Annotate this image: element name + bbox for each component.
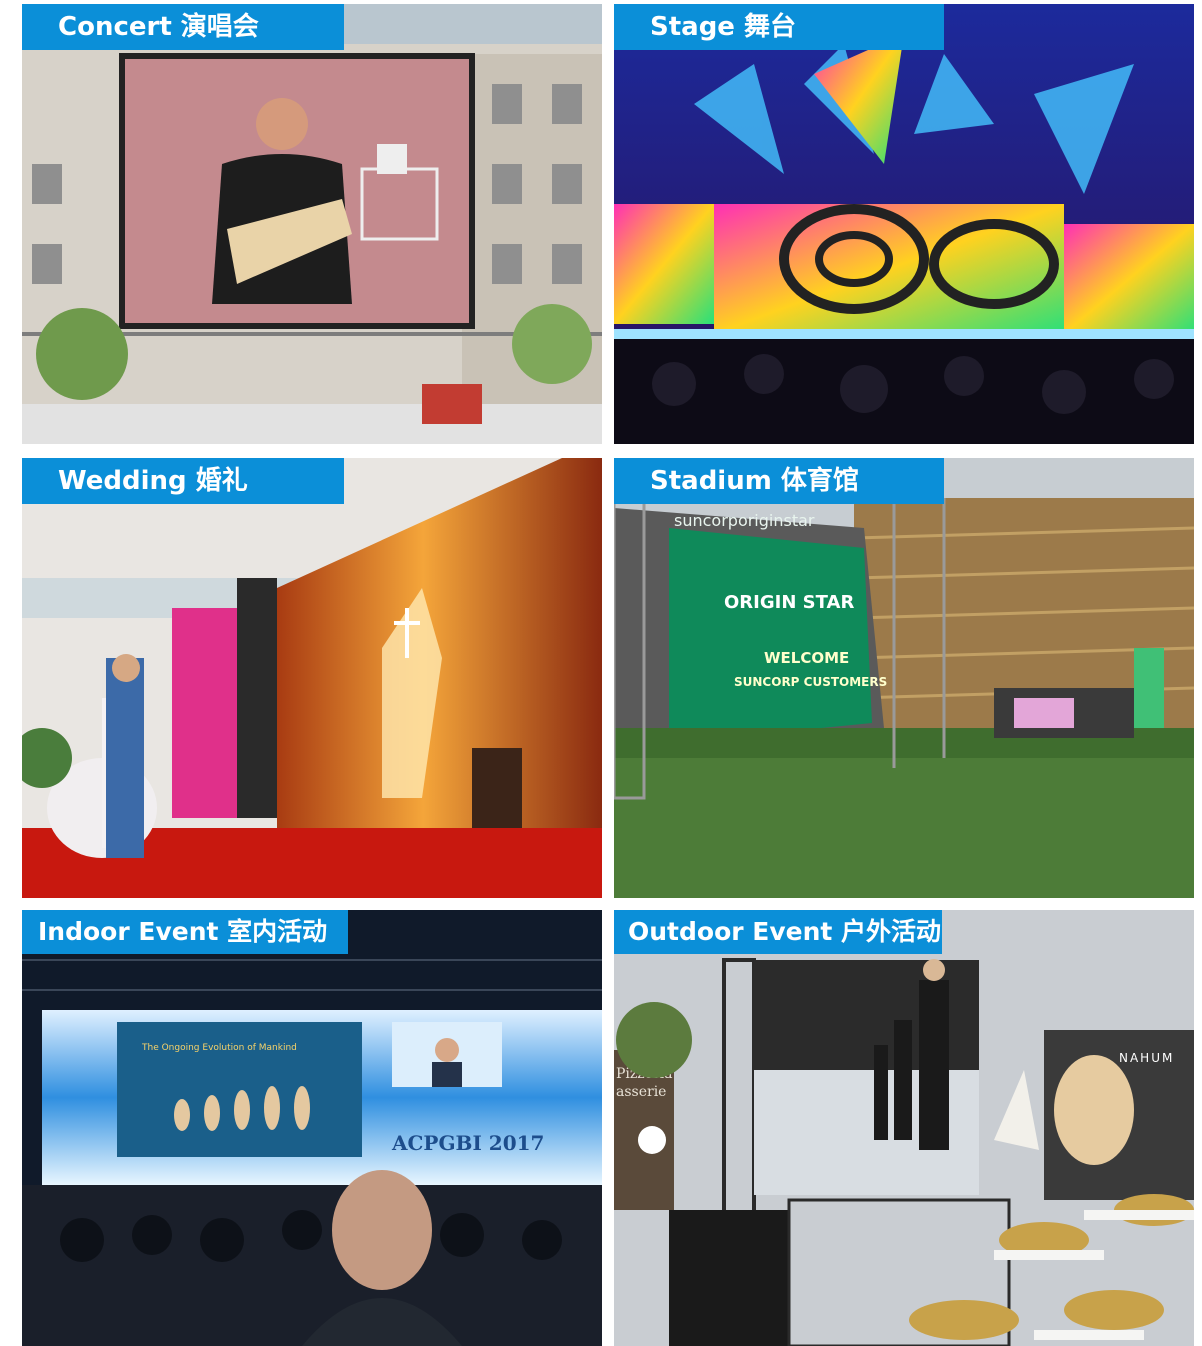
stadium-brand-text: ORIGIN STAR: [724, 592, 854, 613]
stadium-welcome-text: WELCOME: [764, 649, 849, 667]
indoor-event-name: ACPGBI 2017: [391, 1131, 544, 1155]
category-label: Indoor Event 室内活动: [22, 910, 348, 954]
category-label: Wedding 婚礼: [22, 458, 344, 504]
indoor-slide-title: The Ongoing Evolution of Mankind: [141, 1043, 297, 1053]
indoor-event-photo: The Ongoing Evolution of Mankind ACPGBI …: [22, 910, 602, 1346]
concert-panel: Concert 演唱会: [22, 4, 602, 444]
stadium-photo: ORIGIN STAR WELCOME SUNCORP CUSTOMERS su…: [614, 458, 1194, 898]
category-label: Outdoor Event 户外活动: [614, 910, 942, 954]
category-label: Stadium 体育馆: [614, 458, 944, 504]
outdoor-sign-brasserie: asserie: [616, 1084, 666, 1100]
indoor-event-panel: The Ongoing Evolution of Mankind ACPGBI …: [22, 910, 602, 1346]
stage-panel: Stage 舞台: [614, 4, 1194, 444]
outdoor-event-photo: Pizzeria asserie NAHUM: [614, 910, 1194, 1346]
outdoor-brand-text: NAHUM: [1119, 1051, 1174, 1065]
outdoor-event-panel: Pizzeria asserie NAHUM Outdoor Event 户外活…: [614, 910, 1194, 1346]
stadium-top-text: suncorporiginstar: [674, 511, 815, 530]
stadium-sub-text: SUNCORP CUSTOMERS: [734, 675, 887, 689]
stadium-panel: ORIGIN STAR WELCOME SUNCORP CUSTOMERS su…: [614, 458, 1194, 898]
wedding-photo: [22, 458, 602, 898]
category-label: Stage 舞台: [614, 4, 944, 50]
concert-photo: [22, 4, 602, 444]
wedding-panel: Wedding 婚礼: [22, 458, 602, 898]
stage-photo: [614, 4, 1194, 444]
category-label: Concert 演唱会: [22, 4, 344, 50]
